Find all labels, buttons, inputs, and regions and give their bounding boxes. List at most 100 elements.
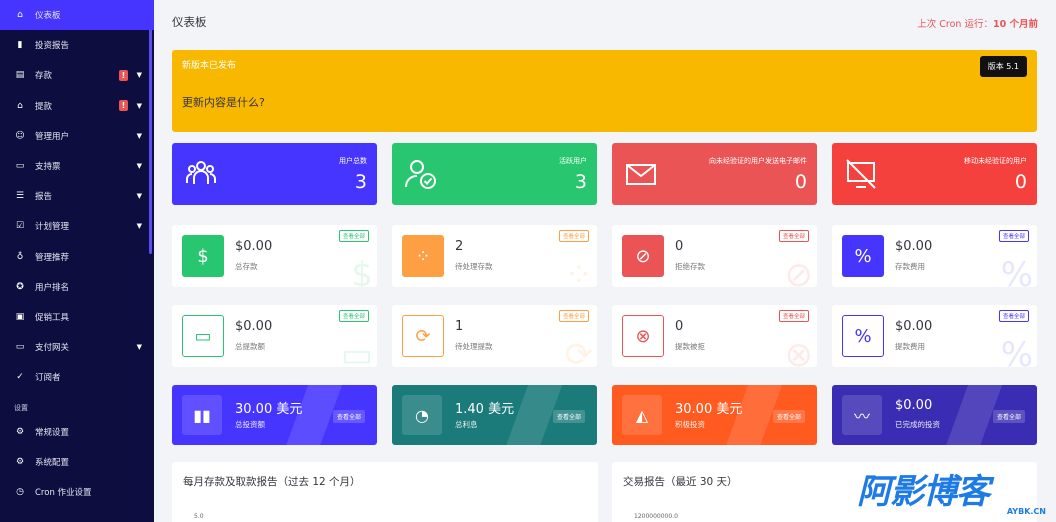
- view-all-button[interactable]: 查看全部: [558, 230, 589, 242]
- sidebar-section-settings: 设置: [14, 404, 28, 413]
- referral-icon: ♁: [16, 251, 24, 262]
- sidebar-item-3[interactable]: ⌂ 提款! ▼: [0, 91, 154, 121]
- background-card-icon: ▭: [340, 335, 373, 367]
- chevron-down-icon: ▼: [136, 162, 142, 171]
- sidebar-item-7[interactable]: ☑ 计划管理 ▼: [0, 211, 154, 241]
- background-percent-icon: %: [1000, 335, 1033, 367]
- sidebar-item-10[interactable]: ▣ 促销工具: [0, 302, 154, 332]
- clipboard-icon: ☑: [15, 221, 25, 232]
- stat-card-3[interactable]: 移动未经验证的用户 0: [832, 143, 1037, 205]
- sidebar-item-label: 仪表板: [35, 11, 61, 22]
- chevron-down-icon: ▼: [136, 101, 142, 110]
- sidebar-settings-item-0[interactable]: ⚙ 常规设置: [0, 416, 154, 446]
- invest-card-0[interactable]: ▮▮ 30.00 美元 总投资额 查看全部: [172, 385, 377, 445]
- pie-icon: ◔: [402, 395, 442, 435]
- main-content: 仪表板 上次 Cron 运行：10 个月前 新版本已发布 更新内容是什么? 版本…: [154, 0, 1056, 522]
- stat-value: 3: [354, 171, 367, 193]
- view-all-button[interactable]: 查看全部: [552, 410, 585, 423]
- view-all-button[interactable]: 查看全部: [998, 310, 1029, 322]
- stat-value: 0: [1014, 171, 1027, 193]
- view-all-button[interactable]: 查看全部: [338, 230, 369, 242]
- view-all-button[interactable]: 查看全部: [332, 410, 365, 423]
- card-label: 拒绝存款: [675, 262, 705, 271]
- deposit_cards-card-2[interactable]: ⊘ 0 拒绝存款 查看全部 ⊘: [612, 225, 817, 287]
- mobile-off-icon: [844, 157, 878, 191]
- sidebar-settings-item-1[interactable]: ⚙ 系统配置: [0, 447, 154, 477]
- bar-chart-icon: ▮: [17, 40, 23, 51]
- chart-axis-label: 1200000000.0: [634, 513, 678, 520]
- user-check-icon: [404, 157, 438, 191]
- stat-value: 0: [794, 171, 807, 193]
- deposit_cards-card-0[interactable]: $ $0.00 总存款 查看全部 $: [172, 225, 377, 287]
- invest-card-1[interactable]: ◔ 1.40 美元 总利息 查看全部: [392, 385, 597, 445]
- view-all-button[interactable]: 查看全部: [992, 410, 1025, 423]
- card-value: 30.00 美元: [675, 402, 743, 417]
- thumbs-up-icon: ✓: [16, 372, 24, 383]
- stat-label: 用户总数: [339, 157, 367, 165]
- stat-label: 向未经验证的用户发送电子邮件: [709, 157, 807, 165]
- sidebar-item-4[interactable]: ☺ 管理用户 ▼: [0, 121, 154, 151]
- withdraw_cards-card-2[interactable]: ⊗ 0 提款被拒 查看全部 ⊗: [612, 305, 817, 367]
- cog-icon: ⚙: [15, 456, 25, 467]
- alert-question[interactable]: 更新内容是什么?: [182, 94, 265, 110]
- invest-card-3[interactable]: 〰 $0.00 已完成的投资 查看全部: [832, 385, 1037, 445]
- promo-icon: ▣: [15, 311, 25, 322]
- view-all-button[interactable]: 查看全部: [998, 230, 1029, 242]
- sidebar-item-label: 计划管理: [35, 222, 70, 233]
- sidebar-settings-item-2[interactable]: ◷ Cron 作业设置: [0, 477, 154, 507]
- card-value: 0: [675, 239, 684, 254]
- background-ban-icon: ⊘: [784, 255, 814, 287]
- view-all-button[interactable]: 查看全部: [778, 230, 809, 242]
- clock-icon: ◷: [16, 486, 24, 497]
- sidebar-item-5[interactable]: ▭ 支持票 ▼: [0, 151, 154, 181]
- sidebar: ⌂ 仪表板 ▮ 投资报告 ▤ 存款! ▼ ⌂ 提款! ▼ ☺ 管理用户 ▼ ▭ 支持票 ▼ ☰ 报告 ▼ ☑ 计划管理 ▼…: [0, 0, 154, 522]
- withdraw_cards-card-3[interactable]: % $0.00 提款费用 查看全部%: [832, 305, 1037, 367]
- cron-status: 上次 Cron 运行：10 个月前: [917, 19, 1038, 30]
- card-value: 1.40 美元: [455, 402, 515, 417]
- deposit_cards-card-3[interactable]: % $0.00 存款费用 查看全部%: [832, 225, 1037, 287]
- sidebar-item-8[interactable]: ♁ 管理推荐: [0, 242, 154, 272]
- sidebar-item-label: 支付网关: [35, 343, 70, 354]
- card-value: 0: [675, 319, 684, 334]
- sidebar-item-1[interactable]: ▮ 投资报告: [0, 30, 154, 60]
- list-icon: ☰: [15, 191, 25, 202]
- sidebar-item-label: 投资报告: [35, 41, 70, 52]
- card-label: 待处理提款: [455, 342, 493, 351]
- sidebar-item-9[interactable]: ✪ 用户排名: [0, 272, 154, 302]
- sidebar-item-6[interactable]: ☰ 报告 ▼: [0, 181, 154, 211]
- deposit-icon: ▤: [15, 70, 25, 81]
- sidebar-item-label: 报告: [35, 192, 53, 203]
- card-label: 总存款: [235, 262, 258, 271]
- sidebar-item-2[interactable]: ▤ 存款! ▼: [0, 60, 154, 90]
- withdraw_cards-card-1[interactable]: ⟳ 1 待处理提款 查看全部 ⟳: [392, 305, 597, 367]
- panel-title: 交易报告（最近 30 天）: [623, 476, 738, 488]
- view-all-button[interactable]: 查看全部: [338, 310, 369, 322]
- stat-card-0[interactable]: 用户总数 3: [172, 143, 377, 205]
- card-value: $0.00: [895, 319, 933, 334]
- bank-icon: ⌂: [17, 100, 23, 111]
- sidebar-item-label: 系统配置: [35, 457, 70, 468]
- card-value: $0.00: [235, 319, 273, 334]
- deposit_cards-card-1[interactable]: ⁘ 2 待处理存款 查看全部 ⁘: [392, 225, 597, 287]
- refresh-icon: ⟳: [402, 315, 444, 357]
- ticket-icon: ▭: [15, 161, 25, 172]
- percent-icon: %: [842, 235, 884, 277]
- background-hand-dollar-icon: $: [351, 255, 373, 287]
- view-all-button[interactable]: 查看全部: [778, 310, 809, 322]
- invest-card-2[interactable]: ◭ 30.00 美元 积极投资 查看全部: [612, 385, 817, 445]
- sidebar-item-label: 存款: [35, 71, 53, 82]
- sidebar-item-11[interactable]: ▭ 支付网关 ▼: [0, 332, 154, 362]
- withdraw_cards-card-0[interactable]: ▭ $0.00 总提款额 查看全部 ▭: [172, 305, 377, 367]
- chevron-down-icon: ▼: [136, 222, 142, 231]
- card-value: $0.00: [235, 239, 273, 254]
- version-button[interactable]: 版本 5.1: [979, 56, 1027, 77]
- stat-value: 3: [574, 171, 587, 193]
- gear-icon: ⚙: [15, 426, 25, 437]
- view-all-button[interactable]: 查看全部: [772, 410, 805, 423]
- sidebar-item-12[interactable]: ✓ 订阅者: [0, 362, 154, 392]
- card-label: 提款被拒: [675, 342, 705, 351]
- stat-card-2[interactable]: 向未经验证的用户发送电子邮件 0: [612, 143, 817, 205]
- view-all-button[interactable]: 查看全部: [558, 310, 589, 322]
- sidebar-item-0[interactable]: ⌂ 仪表板: [0, 0, 154, 31]
- stat-card-1[interactable]: 活跃用户 3: [392, 143, 597, 205]
